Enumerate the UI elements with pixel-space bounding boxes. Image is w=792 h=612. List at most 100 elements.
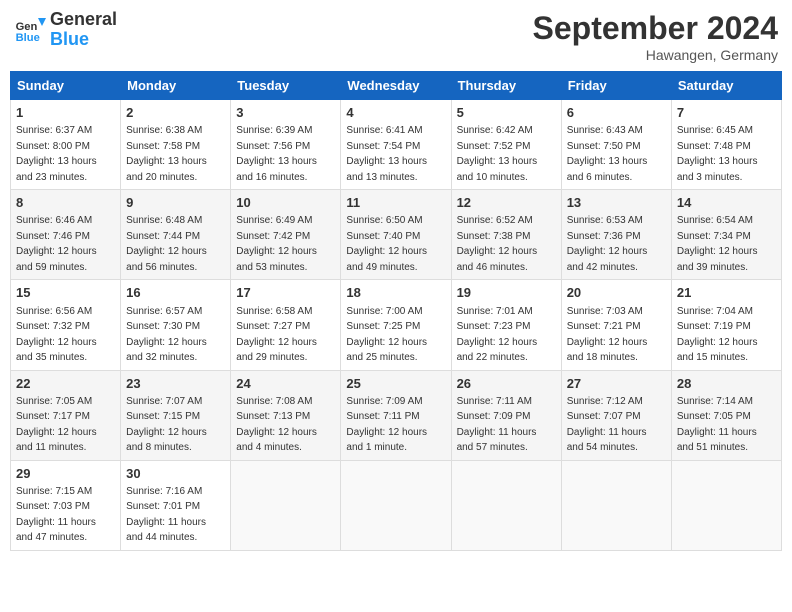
day-number: 19 <box>457 284 556 302</box>
day-number: 15 <box>16 284 115 302</box>
logo-line2: Blue <box>50 30 117 50</box>
day-info: Sunrise: 6:38 AMSunset: 7:58 PMDaylight:… <box>126 125 207 183</box>
calendar-cell: 28 Sunrise: 7:14 AMSunset: 7:05 PMDaylig… <box>671 370 781 460</box>
logo-icon: Gen Blue <box>14 14 46 46</box>
calendar-cell: 8 Sunrise: 6:46 AMSunset: 7:46 PMDayligh… <box>11 190 121 280</box>
day-info: Sunrise: 7:04 AMSunset: 7:19 PMDaylight:… <box>677 306 758 364</box>
calendar-cell: 29 Sunrise: 7:15 AMSunset: 7:03 PMDaylig… <box>11 460 121 550</box>
calendar-cell: 30 Sunrise: 7:16 AMSunset: 7:01 PMDaylig… <box>121 460 231 550</box>
day-number: 24 <box>236 375 335 393</box>
calendar-cell: 2 Sunrise: 6:38 AMSunset: 7:58 PMDayligh… <box>121 100 231 190</box>
day-info: Sunrise: 7:15 AMSunset: 7:03 PMDaylight:… <box>16 486 96 544</box>
day-number: 26 <box>457 375 556 393</box>
calendar-cell: 23 Sunrise: 7:07 AMSunset: 7:15 PMDaylig… <box>121 370 231 460</box>
col-header-tuesday: Tuesday <box>231 72 341 100</box>
month-title: September 2024 <box>533 10 778 47</box>
calendar-cell: 1 Sunrise: 6:37 AMSunset: 8:00 PMDayligh… <box>11 100 121 190</box>
day-number: 6 <box>567 104 666 122</box>
calendar-cell: 7 Sunrise: 6:45 AMSunset: 7:48 PMDayligh… <box>671 100 781 190</box>
day-info: Sunrise: 6:57 AMSunset: 7:30 PMDaylight:… <box>126 306 207 364</box>
calendar-header-row: SundayMondayTuesdayWednesdayThursdayFrid… <box>11 72 782 100</box>
day-number: 1 <box>16 104 115 122</box>
calendar-week-2: 8 Sunrise: 6:46 AMSunset: 7:46 PMDayligh… <box>11 190 782 280</box>
day-number: 10 <box>236 194 335 212</box>
calendar-cell: 16 Sunrise: 6:57 AMSunset: 7:30 PMDaylig… <box>121 280 231 370</box>
location: Hawangen, Germany <box>533 47 778 63</box>
day-info: Sunrise: 6:43 AMSunset: 7:50 PMDaylight:… <box>567 125 648 183</box>
calendar-cell: 26 Sunrise: 7:11 AMSunset: 7:09 PMDaylig… <box>451 370 561 460</box>
day-number: 20 <box>567 284 666 302</box>
day-info: Sunrise: 6:58 AMSunset: 7:27 PMDaylight:… <box>236 306 317 364</box>
title-block: September 2024 Hawangen, Germany <box>533 10 778 63</box>
day-number: 21 <box>677 284 776 302</box>
calendar-cell: 3 Sunrise: 6:39 AMSunset: 7:56 PMDayligh… <box>231 100 341 190</box>
day-info: Sunrise: 7:16 AMSunset: 7:01 PMDaylight:… <box>126 486 206 544</box>
logo-line1: General <box>50 10 117 30</box>
calendar-cell: 6 Sunrise: 6:43 AMSunset: 7:50 PMDayligh… <box>561 100 671 190</box>
col-header-monday: Monday <box>121 72 231 100</box>
day-number: 9 <box>126 194 225 212</box>
day-info: Sunrise: 7:01 AMSunset: 7:23 PMDaylight:… <box>457 306 538 364</box>
day-info: Sunrise: 7:08 AMSunset: 7:13 PMDaylight:… <box>236 396 317 454</box>
logo-text: General Blue <box>50 10 117 50</box>
day-number: 30 <box>126 465 225 483</box>
svg-text:Gen: Gen <box>16 21 38 33</box>
calendar-cell: 11 Sunrise: 6:50 AMSunset: 7:40 PMDaylig… <box>341 190 451 280</box>
day-info: Sunrise: 7:03 AMSunset: 7:21 PMDaylight:… <box>567 306 648 364</box>
calendar-cell <box>671 460 781 550</box>
day-number: 14 <box>677 194 776 212</box>
day-number: 27 <box>567 375 666 393</box>
calendar-cell <box>451 460 561 550</box>
calendar-week-5: 29 Sunrise: 7:15 AMSunset: 7:03 PMDaylig… <box>11 460 782 550</box>
calendar-week-1: 1 Sunrise: 6:37 AMSunset: 8:00 PMDayligh… <box>11 100 782 190</box>
calendar-cell: 27 Sunrise: 7:12 AMSunset: 7:07 PMDaylig… <box>561 370 671 460</box>
calendar-cell: 20 Sunrise: 7:03 AMSunset: 7:21 PMDaylig… <box>561 280 671 370</box>
day-number: 11 <box>346 194 445 212</box>
day-info: Sunrise: 6:37 AMSunset: 8:00 PMDaylight:… <box>16 125 97 183</box>
calendar-cell: 9 Sunrise: 6:48 AMSunset: 7:44 PMDayligh… <box>121 190 231 280</box>
day-info: Sunrise: 7:12 AMSunset: 7:07 PMDaylight:… <box>567 396 647 454</box>
day-number: 18 <box>346 284 445 302</box>
day-info: Sunrise: 6:53 AMSunset: 7:36 PMDaylight:… <box>567 215 648 273</box>
svg-text:Blue: Blue <box>16 32 40 44</box>
day-number: 23 <box>126 375 225 393</box>
logo: Gen Blue General Blue <box>14 10 117 50</box>
col-header-saturday: Saturday <box>671 72 781 100</box>
col-header-thursday: Thursday <box>451 72 561 100</box>
day-number: 8 <box>16 194 115 212</box>
day-number: 28 <box>677 375 776 393</box>
day-number: 13 <box>567 194 666 212</box>
day-info: Sunrise: 6:52 AMSunset: 7:38 PMDaylight:… <box>457 215 538 273</box>
day-number: 2 <box>126 104 225 122</box>
day-info: Sunrise: 6:39 AMSunset: 7:56 PMDaylight:… <box>236 125 317 183</box>
day-number: 29 <box>16 465 115 483</box>
calendar-cell <box>341 460 451 550</box>
calendar-cell: 13 Sunrise: 6:53 AMSunset: 7:36 PMDaylig… <box>561 190 671 280</box>
day-info: Sunrise: 6:56 AMSunset: 7:32 PMDaylight:… <box>16 306 97 364</box>
day-info: Sunrise: 7:07 AMSunset: 7:15 PMDaylight:… <box>126 396 207 454</box>
calendar-cell: 25 Sunrise: 7:09 AMSunset: 7:11 PMDaylig… <box>341 370 451 460</box>
calendar-cell: 10 Sunrise: 6:49 AMSunset: 7:42 PMDaylig… <box>231 190 341 280</box>
calendar-week-4: 22 Sunrise: 7:05 AMSunset: 7:17 PMDaylig… <box>11 370 782 460</box>
day-info: Sunrise: 7:11 AMSunset: 7:09 PMDaylight:… <box>457 396 537 454</box>
col-header-wednesday: Wednesday <box>341 72 451 100</box>
day-info: Sunrise: 7:09 AMSunset: 7:11 PMDaylight:… <box>346 396 427 454</box>
calendar-cell: 19 Sunrise: 7:01 AMSunset: 7:23 PMDaylig… <box>451 280 561 370</box>
calendar-table: SundayMondayTuesdayWednesdayThursdayFrid… <box>10 71 782 551</box>
day-info: Sunrise: 6:41 AMSunset: 7:54 PMDaylight:… <box>346 125 427 183</box>
day-number: 5 <box>457 104 556 122</box>
day-number: 12 <box>457 194 556 212</box>
calendar-week-3: 15 Sunrise: 6:56 AMSunset: 7:32 PMDaylig… <box>11 280 782 370</box>
calendar-cell: 22 Sunrise: 7:05 AMSunset: 7:17 PMDaylig… <box>11 370 121 460</box>
day-number: 22 <box>16 375 115 393</box>
day-info: Sunrise: 7:00 AMSunset: 7:25 PMDaylight:… <box>346 306 427 364</box>
day-info: Sunrise: 7:14 AMSunset: 7:05 PMDaylight:… <box>677 396 757 454</box>
day-info: Sunrise: 7:05 AMSunset: 7:17 PMDaylight:… <box>16 396 97 454</box>
calendar-cell: 5 Sunrise: 6:42 AMSunset: 7:52 PMDayligh… <box>451 100 561 190</box>
calendar-cell: 21 Sunrise: 7:04 AMSunset: 7:19 PMDaylig… <box>671 280 781 370</box>
day-number: 25 <box>346 375 445 393</box>
calendar-cell <box>231 460 341 550</box>
calendar-cell: 12 Sunrise: 6:52 AMSunset: 7:38 PMDaylig… <box>451 190 561 280</box>
calendar-cell: 18 Sunrise: 7:00 AMSunset: 7:25 PMDaylig… <box>341 280 451 370</box>
day-info: Sunrise: 6:46 AMSunset: 7:46 PMDaylight:… <box>16 215 97 273</box>
